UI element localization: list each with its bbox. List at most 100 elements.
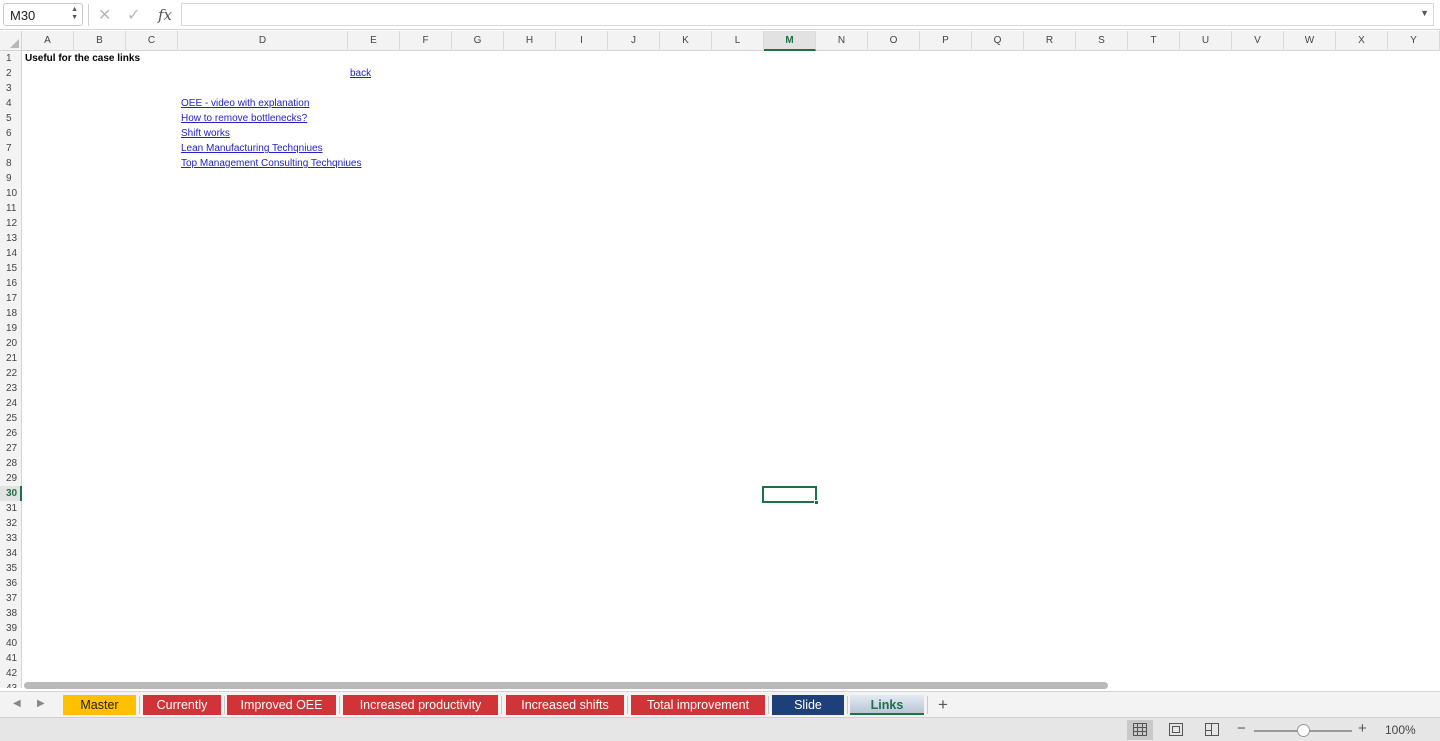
row-header-4[interactable]: 4 [0,96,22,111]
cell-d6-link[interactable]: Shift works [181,126,230,141]
row-header-21[interactable]: 21 [0,351,22,366]
check-icon[interactable]: ✓ [127,5,140,25]
cell-d8-link[interactable]: Top Management Consulting Techqniues [181,156,362,171]
row-header-24[interactable]: 24 [0,396,22,411]
column-header-j[interactable]: J [608,31,660,51]
zoom-level[interactable]: 100% [1385,723,1416,737]
tab-currently[interactable]: Currently [143,695,221,715]
row-header-2[interactable]: 2 [0,66,22,81]
page-layout-view-button[interactable] [1163,720,1189,740]
name-box-stepper-icon[interactable]: ▲ ▼ [71,6,78,22]
row-header-11[interactable]: 11 [0,201,22,216]
tab-master[interactable]: Master [63,695,136,715]
name-box[interactable]: M30 ▲ ▼ [3,3,83,26]
cell-a1[interactable]: Useful for the case links [25,51,140,66]
formula-input[interactable]: ▼ [181,3,1434,26]
row-header-20[interactable]: 20 [0,336,22,351]
cell-area[interactable]: Useful for the case links back OEE - vid… [22,51,1440,688]
row-header-41[interactable]: 41 [0,651,22,666]
column-header-r[interactable]: R [1024,31,1076,51]
row-header-9[interactable]: 9 [0,171,22,186]
row-header-29[interactable]: 29 [0,471,22,486]
column-header-l[interactable]: L [712,31,764,51]
row-header-33[interactable]: 33 [0,531,22,546]
row-header-36[interactable]: 36 [0,576,22,591]
column-header-p[interactable]: P [920,31,972,51]
column-header-y[interactable]: Y [1388,31,1440,51]
column-header-b[interactable]: B [74,31,126,51]
row-header-37[interactable]: 37 [0,591,22,606]
tab-slide[interactable]: Slide [772,695,844,715]
row-header-32[interactable]: 32 [0,516,22,531]
row-header-15[interactable]: 15 [0,261,22,276]
row-header-26[interactable]: 26 [0,426,22,441]
zoom-out-button[interactable]: − [1237,720,1246,737]
add-sheet-button[interactable]: + [938,695,948,715]
column-header-x[interactable]: X [1336,31,1388,51]
tab-links[interactable]: Links [850,695,924,715]
row-header-23[interactable]: 23 [0,381,22,396]
row-header-18[interactable]: 18 [0,306,22,321]
column-header-o[interactable]: O [868,31,920,51]
row-header-5[interactable]: 5 [0,111,22,126]
spreadsheet-grid[interactable]: ABCDEFGHIJKLMNOPQRSTUVWXY 1 2 3 4 5 6 7 8 9 10 11 1… [0,31,1440,688]
active-cell-m30[interactable] [762,486,819,505]
cell-d7-link[interactable]: Lean Manufacturing Techqniues [181,141,323,156]
column-header-n[interactable]: N [816,31,868,51]
row-header-12[interactable]: 12 [0,216,22,231]
row-header-8[interactable]: 8 [0,156,22,171]
tab-scroll-right-icon[interactable]: ▶ [37,698,45,709]
column-header-w[interactable]: W [1284,31,1336,51]
horizontal-scrollbar[interactable] [24,682,1108,689]
page-break-view-button[interactable] [1199,720,1225,740]
column-header-v[interactable]: V [1232,31,1284,51]
row-header-14[interactable]: 14 [0,246,22,261]
row-header-1[interactable]: 1 [0,51,22,66]
column-header-s[interactable]: S [1076,31,1128,51]
column-header-e[interactable]: E [348,31,400,51]
row-header-31[interactable]: 31 [0,501,22,516]
row-header-3[interactable]: 3 [0,81,22,96]
row-header-25[interactable]: 25 [0,411,22,426]
column-header-g[interactable]: G [452,31,504,51]
tab-improved-oee[interactable]: Improved OEE [227,695,336,715]
tab-increased-shifts[interactable]: Increased shifts [506,695,624,715]
column-header-u[interactable]: U [1180,31,1232,51]
column-header-a[interactable]: A [22,31,74,51]
column-header-q[interactable]: Q [972,31,1024,51]
column-header-k[interactable]: K [660,31,712,51]
select-all-corner[interactable] [0,31,22,51]
tab-increased-productivity[interactable]: Increased productivity [343,695,498,715]
function-icon[interactable]: fx [158,6,172,24]
cell-e2-link[interactable]: back [350,66,371,81]
normal-view-button[interactable] [1127,720,1153,740]
cell-d4-link[interactable]: OEE - video with explanation [181,96,309,111]
row-header-42[interactable]: 42 [0,666,22,681]
row-header-38[interactable]: 38 [0,606,22,621]
row-header-7[interactable]: 7 [0,141,22,156]
cell-d5-link[interactable]: How to remove bottlenecks? [181,111,307,126]
fill-handle[interactable] [814,500,819,505]
close-icon[interactable]: ✕ [98,5,111,25]
zoom-in-button[interactable]: + [1358,720,1367,737]
row-header-28[interactable]: 28 [0,456,22,471]
row-header-40[interactable]: 40 [0,636,22,651]
row-header-27[interactable]: 27 [0,441,22,456]
tab-total-improvement[interactable]: Total improvement [631,695,765,715]
column-header-c[interactable]: C [126,31,178,51]
row-header-6[interactable]: 6 [0,126,22,141]
column-header-i[interactable]: I [556,31,608,51]
row-header-39[interactable]: 39 [0,621,22,636]
row-header-30[interactable]: 30 [0,486,22,501]
chevron-down-icon[interactable]: ▼ [1420,8,1429,18]
row-header-17[interactable]: 17 [0,291,22,306]
zoom-slider-thumb[interactable] [1297,724,1310,737]
tab-scroll-left-icon[interactable]: ◀ [13,698,21,709]
column-header-f[interactable]: F [400,31,452,51]
row-header-16[interactable]: 16 [0,276,22,291]
row-header-35[interactable]: 35 [0,561,22,576]
row-header-22[interactable]: 22 [0,366,22,381]
row-header-13[interactable]: 13 [0,231,22,246]
column-header-d[interactable]: D [178,31,348,51]
column-header-t[interactable]: T [1128,31,1180,51]
